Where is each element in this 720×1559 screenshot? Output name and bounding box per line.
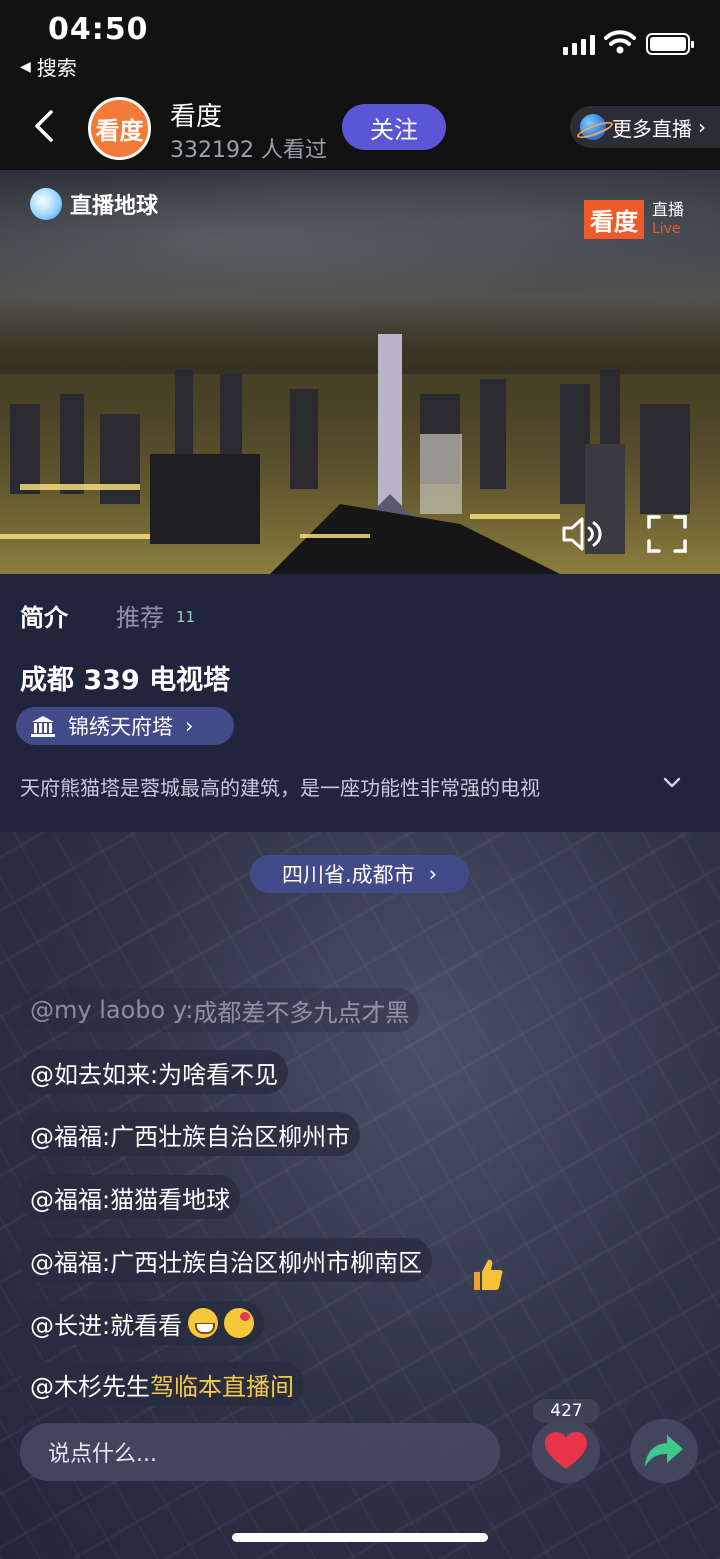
battery-icon bbox=[646, 33, 694, 55]
chat-text: 为啥看不见 bbox=[158, 1060, 279, 1089]
chat-message: @木杉先生 驾临本直播间 bbox=[20, 1362, 304, 1406]
city-skyline bbox=[0, 334, 720, 574]
wifi-icon bbox=[604, 30, 636, 54]
watermark-right-badge: 看度 bbox=[584, 200, 644, 239]
live-earth-logo-icon bbox=[30, 188, 62, 220]
grinning-face-emoji-icon bbox=[188, 1308, 219, 1338]
landmark-tag-label: 锦绣天府塔 bbox=[68, 715, 173, 739]
live-video-player[interactable]: 直播地球 看度 直播 Live bbox=[0, 170, 720, 574]
chevron-left-icon bbox=[35, 110, 53, 142]
chat-message: @福福: 广西壮族自治区柳州市 bbox=[20, 1112, 361, 1156]
more-live-button[interactable]: 更多直播 › bbox=[570, 106, 720, 148]
globe-icon bbox=[580, 114, 606, 140]
watermark-right-text: 直播 bbox=[652, 200, 685, 219]
location-label: 四川省.成都市 bbox=[281, 863, 415, 887]
chevron-right-icon: › bbox=[185, 714, 194, 738]
like-button[interactable] bbox=[532, 1419, 600, 1483]
chevron-right-icon: › bbox=[698, 115, 706, 139]
chat-message: @长进: 就看看 bbox=[20, 1301, 265, 1345]
chat-user: @my laobo y: bbox=[30, 996, 194, 1024]
home-indicator[interactable] bbox=[232, 1533, 488, 1542]
comment-input[interactable]: 说点什么... bbox=[20, 1423, 500, 1481]
share-button[interactable] bbox=[630, 1419, 698, 1483]
volume-icon[interactable] bbox=[560, 514, 606, 554]
tab-intro[interactable]: 简介 bbox=[20, 598, 68, 633]
kandu-live-watermark: 看度 直播 Live bbox=[584, 200, 684, 239]
like-count-badge: 427 bbox=[533, 1399, 600, 1423]
chat-text: 猫猫看地球 bbox=[110, 1185, 231, 1214]
follow-button[interactable]: 关注 bbox=[342, 104, 446, 150]
watermark-left-text: 直播地球 bbox=[70, 194, 159, 219]
landmark-tag[interactable]: 锦绣天府塔 › bbox=[16, 707, 234, 745]
landmark-building-icon bbox=[31, 716, 55, 737]
chat-text: 广西壮族自治区柳州市柳南区 bbox=[110, 1248, 423, 1277]
location-button[interactable]: 四川省.成都市 › bbox=[250, 855, 469, 893]
channel-header: 看度 看度 332192 人看过 关注 更多直播 › bbox=[0, 88, 720, 170]
back-button[interactable] bbox=[24, 106, 64, 146]
chat-user: @如去如来: bbox=[30, 1060, 159, 1089]
chat-text: 就看看 bbox=[110, 1311, 183, 1340]
chat-user: @长进: bbox=[30, 1311, 111, 1340]
status-bar: 04:50 ◀ 搜索 bbox=[0, 0, 720, 88]
heart-icon bbox=[545, 1432, 587, 1469]
chat-user: @福福: bbox=[30, 1122, 111, 1151]
chevron-down-icon[interactable] bbox=[662, 776, 682, 790]
fullscreen-icon[interactable] bbox=[646, 514, 688, 554]
chevron-right-icon: › bbox=[428, 862, 438, 886]
status-time: 04:50 bbox=[48, 12, 149, 47]
intro-panel: 简介 推荐 11 成都 339 电视塔 锦绣天府塔 › 天府熊猫塔是蓉城最高的建… bbox=[0, 574, 720, 832]
chat-message: @福福: 广西壮族自治区柳州市柳南区 bbox=[20, 1238, 433, 1282]
kissing-face-emoji-icon bbox=[224, 1308, 255, 1338]
thumbs-up-icon bbox=[474, 1259, 503, 1290]
chat-user: @木杉先生 bbox=[30, 1372, 150, 1401]
chat-text: 成都差不多九点才黑 bbox=[193, 998, 410, 1027]
channel-name[interactable]: 看度 bbox=[170, 96, 222, 133]
watermark-right-live: Live bbox=[652, 221, 681, 237]
back-triangle-icon: ◀ bbox=[20, 58, 31, 75]
chat-text: 广西壮族自治区柳州市 bbox=[110, 1122, 351, 1151]
chat-message: @福福: 猫猫看地球 bbox=[20, 1175, 241, 1219]
stream-description: 天府熊猫塔是蓉城最高的建筑，是一座功能性非常强的电视 bbox=[20, 776, 540, 800]
chat-message: @my laobo y: 成都差不多九点才黑 bbox=[20, 988, 420, 1032]
chat-text: 驾临本直播间 bbox=[150, 1372, 294, 1401]
tab-recommend[interactable]: 推荐 bbox=[116, 598, 164, 633]
chat-user: @福福: bbox=[30, 1248, 111, 1277]
more-live-label: 更多直播 bbox=[612, 116, 692, 141]
live-earth-watermark: 直播地球 bbox=[30, 188, 158, 220]
back-to-app-link[interactable]: ◀ 搜索 bbox=[20, 52, 77, 81]
chat-user: @福福: bbox=[30, 1185, 111, 1214]
stream-title: 成都 339 电视塔 bbox=[20, 665, 231, 696]
viewer-count: 332192 人看过 bbox=[170, 138, 327, 163]
back-app-label: 搜索 bbox=[36, 56, 77, 80]
cellular-signal-icon bbox=[563, 33, 595, 55]
share-arrow-icon bbox=[645, 1435, 683, 1467]
recommend-count: 11 bbox=[176, 608, 196, 626]
chat-message: @如去如来: 为啥看不见 bbox=[20, 1050, 289, 1094]
channel-avatar[interactable]: 看度 bbox=[88, 97, 151, 160]
